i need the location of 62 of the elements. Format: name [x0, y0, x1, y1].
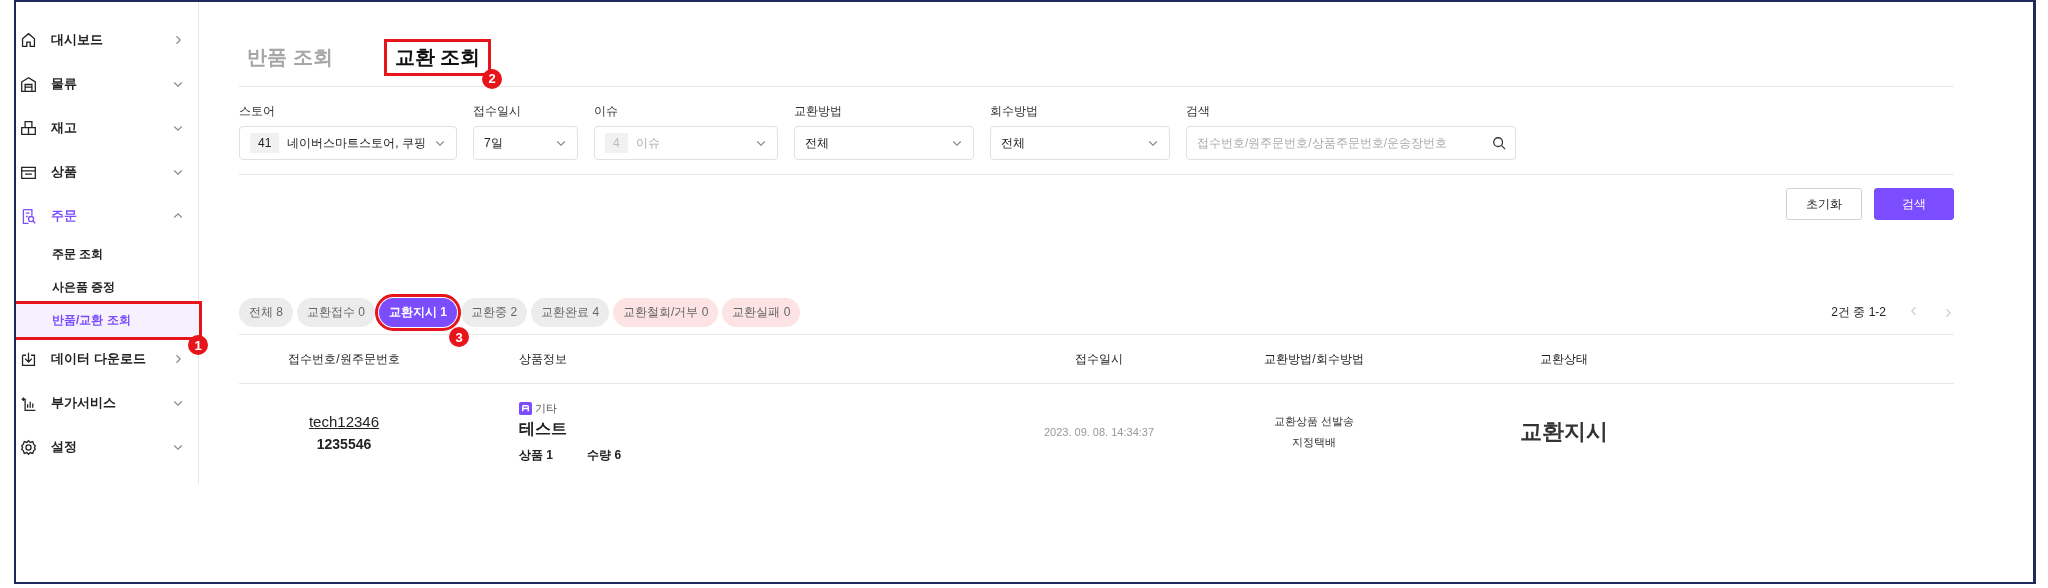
status-filter-chip[interactable]: 교환완료 4 [531, 298, 610, 327]
pickup-method: 지정택배 [1292, 435, 1336, 450]
tag-icon [519, 401, 532, 415]
column-header: 접수번호/원주문번호 [288, 350, 400, 368]
dropdown-value: 네이버스마트스토어, 쿠핑 [287, 134, 427, 152]
sidebar-subitem[interactable]: 사은품 증정 [16, 271, 198, 304]
dropdown[interactable]: 전체 [990, 126, 1171, 160]
order-search-icon [20, 207, 37, 225]
warehouse-icon [20, 75, 37, 93]
home-icon [20, 31, 37, 49]
status-filter-chip[interactable]: 교환접수 0 [297, 298, 376, 327]
dropdown-value: 7일 [484, 134, 504, 152]
filter-label: 이슈 [594, 103, 620, 120]
product-name: 테스트 [519, 418, 567, 439]
boxes-icon [20, 119, 37, 137]
column-header: 교환방법/회수방법 [1264, 350, 1364, 368]
status-filter-chip[interactable]: 교환실패 0 [722, 298, 801, 327]
column-header: 교환상태 [1540, 350, 1588, 368]
callout-badge: 3 [449, 327, 470, 347]
sidebar-subitem[interactable]: 주문 조회 [16, 238, 198, 271]
dropdown-value: 전체 [1001, 134, 1027, 152]
callout-badge: 1 [188, 335, 208, 355]
callout-badge: 2 [482, 68, 503, 89]
filter-label: 스토어 [239, 103, 276, 120]
exchange-status: 교환지시 [1520, 418, 1608, 446]
dropdown[interactable]: 41 네이버스마트스토어, 쿠핑 [239, 126, 458, 160]
quantity: 수량 6 [587, 446, 622, 464]
sidebar-item[interactable]: 상품 [16, 150, 198, 194]
receipt-number-link[interactable]: tech12346 [308, 412, 380, 430]
column-header: 접수일시 [1075, 350, 1123, 368]
dropdown[interactable]: 7일 [473, 126, 579, 160]
sidebar-item[interactable]: 재고 [16, 106, 198, 150]
status-filter-chip[interactable]: 교환철회/거부 0 [613, 298, 719, 327]
status-filter-chip[interactable]: 전체 8 [239, 298, 293, 327]
sidebar-subitem[interactable]: 반품/교환 조회 [16, 304, 199, 337]
filter-label: 접수일시 [473, 103, 523, 120]
search-button[interactable]: 검색 [1874, 188, 1954, 220]
filter-label: 검색 [1186, 103, 1212, 120]
column-header: 상품정보 [519, 350, 567, 368]
dropdown-value: 전체 [805, 134, 831, 152]
category-tag: 기타 [535, 400, 557, 416]
status-filter-chip[interactable]: 교환중 2 [461, 298, 528, 327]
received-date: 2023. 09. 08. 14:34:37 [1043, 426, 1155, 438]
sidebar-item[interactable]: 부가서비스 [16, 381, 198, 425]
dropdown-placeholder: 이슈 [635, 134, 661, 152]
count-label: 41 [250, 133, 280, 153]
download-icon [20, 350, 37, 368]
search-icon [1492, 136, 1507, 150]
search-field[interactable]: 접수번호/원주문번호/상품주문번호/운송장번호 [1186, 126, 1517, 160]
sidebar-item[interactable]: 물류 [16, 62, 198, 106]
order-number: 1235546 [316, 435, 372, 452]
sidebar-item[interactable]: 설정 [16, 425, 198, 469]
page-summary: 2건 중 1-2 [1831, 304, 1886, 321]
exchange-method: 교환상품 선발송 [1273, 414, 1355, 429]
sidebar-item[interactable]: 주문 [16, 194, 198, 238]
filter-label: 회수방법 [990, 103, 1040, 120]
product-count: 상품 1 [519, 446, 554, 464]
filter-label: 교환방법 [794, 103, 844, 120]
sidebar-item[interactable]: 대시보드 [16, 18, 198, 62]
settings-icon [20, 438, 37, 456]
reset-button[interactable]: 초기화 [1786, 188, 1862, 220]
dropdown[interactable]: 전체 [794, 126, 975, 160]
